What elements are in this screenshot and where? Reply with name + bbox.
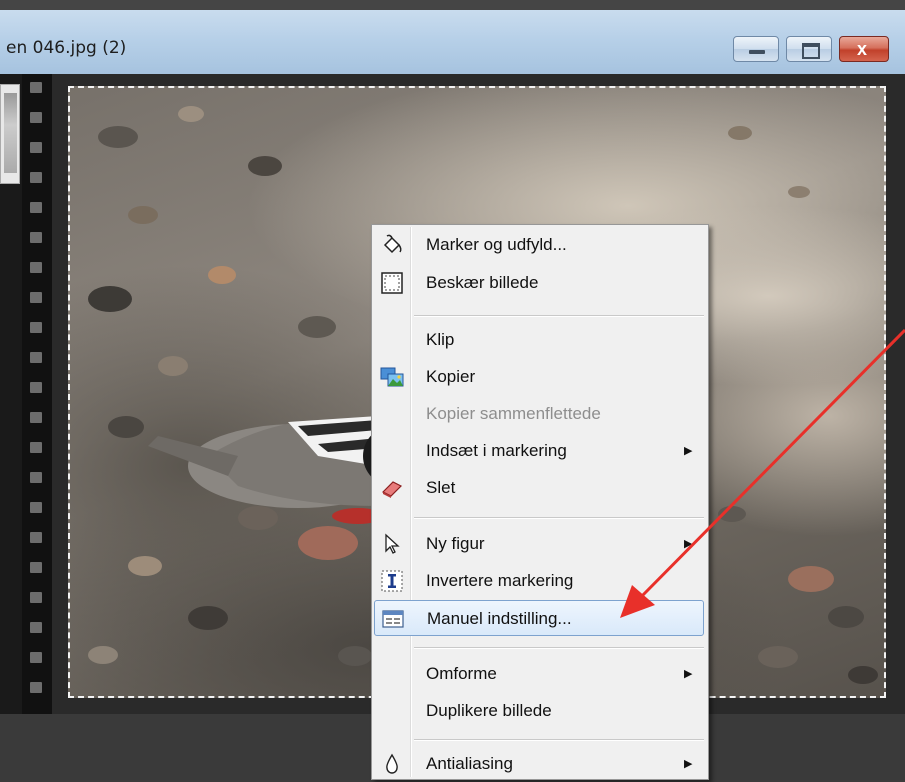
minimize-icon — [749, 50, 765, 54]
film-hole — [30, 142, 42, 153]
film-hole — [30, 232, 42, 243]
menu-item-copy[interactable]: Kopier — [374, 359, 704, 395]
menu-item-label: Kopier sammenflettede — [426, 404, 601, 423]
film-hole — [30, 592, 42, 603]
film-hole — [30, 82, 42, 93]
film-hole — [30, 382, 42, 393]
minimize-button[interactable] — [733, 36, 779, 62]
menu-item-label: Marker og udfyld... — [426, 235, 567, 254]
film-hole — [30, 172, 42, 183]
close-button[interactable]: x — [839, 36, 889, 62]
menu-separator — [414, 517, 704, 519]
menu-item-label: Antialiasing — [426, 754, 513, 773]
menu-item-cut[interactable]: Klip — [374, 322, 704, 358]
film-hole — [30, 682, 42, 693]
crop-icon — [381, 272, 403, 294]
menu-item-transform[interactable]: Omforme ▶ — [374, 656, 704, 692]
close-icon: x — [857, 39, 868, 59]
film-hole — [30, 262, 42, 273]
film-hole — [30, 292, 42, 303]
menu-item-label: Duplikere billede — [426, 701, 552, 720]
film-hole — [30, 412, 42, 423]
filmstrip-thumbnail[interactable] — [0, 84, 20, 184]
film-hole — [30, 352, 42, 363]
top-edge — [0, 0, 905, 10]
film-hole — [30, 442, 42, 453]
menu-separator — [414, 315, 704, 317]
eraser-icon — [381, 481, 403, 498]
film-strip — [22, 74, 52, 714]
invert-selection-icon — [381, 570, 403, 592]
film-hole — [30, 472, 42, 483]
film-hole — [30, 202, 42, 213]
pointer-icon — [385, 533, 400, 554]
maximize-icon — [802, 43, 820, 59]
film-hole — [30, 652, 42, 663]
menu-separator — [414, 739, 704, 741]
submenu-arrow-icon: ▶ — [684, 538, 693, 550]
menu-item-invert-selection[interactable]: Invertere markering — [374, 563, 704, 599]
film-hole — [30, 532, 42, 543]
menu-item-paste-into-selection[interactable]: Indsæt i markering ▶ — [374, 433, 704, 469]
antialias-drop-icon — [386, 753, 398, 774]
menu-separator — [414, 647, 704, 649]
menu-item-antialiasing[interactable]: Antialiasing ▶ — [374, 746, 704, 782]
menu-item-select-and-fill[interactable]: Marker og udfyld... — [374, 227, 704, 263]
menu-item-label: Invertere markering — [426, 571, 574, 590]
menu-item-label: Klip — [426, 330, 455, 349]
context-menu: Marker og udfyld... Beskær billede Klip … — [371, 224, 709, 780]
menu-item-label: Indsæt i markering — [426, 441, 567, 460]
film-hole — [30, 622, 42, 633]
manual-settings-icon — [382, 610, 404, 628]
menu-item-new-shape[interactable]: Ny figur ▶ — [374, 526, 704, 562]
film-hole — [30, 502, 42, 513]
menu-item-delete[interactable]: Slet — [374, 470, 704, 506]
copy-image-icon — [380, 367, 404, 387]
menu-item-label: Manuel indstilling... — [427, 609, 572, 628]
submenu-arrow-icon: ▶ — [684, 445, 693, 457]
window-titlebar[interactable]: en 046.jpg (2) x — [0, 10, 905, 74]
menu-item-label: Slet — [426, 478, 456, 497]
menu-item-copy-merged: Kopier sammenflettede — [374, 396, 704, 432]
menu-item-label: Omforme — [426, 664, 497, 683]
menu-item-label: Kopier — [426, 367, 476, 386]
fill-bucket-icon — [383, 234, 402, 254]
submenu-arrow-icon: ▶ — [684, 668, 693, 680]
film-hole — [30, 562, 42, 573]
menu-item-label: Ny figur — [426, 534, 485, 553]
menu-item-crop-image[interactable]: Beskær billede — [374, 265, 704, 301]
menu-item-manual-setting[interactable]: Manuel indstilling... — [374, 600, 704, 636]
film-hole — [30, 112, 42, 123]
menu-item-label: Beskær billede — [426, 273, 539, 292]
film-hole — [30, 322, 42, 333]
menu-item-duplicate-image[interactable]: Duplikere billede — [374, 693, 704, 729]
submenu-arrow-icon: ▶ — [684, 758, 693, 770]
maximize-button[interactable] — [786, 36, 832, 62]
window-title: en 046.jpg (2) — [6, 38, 127, 58]
